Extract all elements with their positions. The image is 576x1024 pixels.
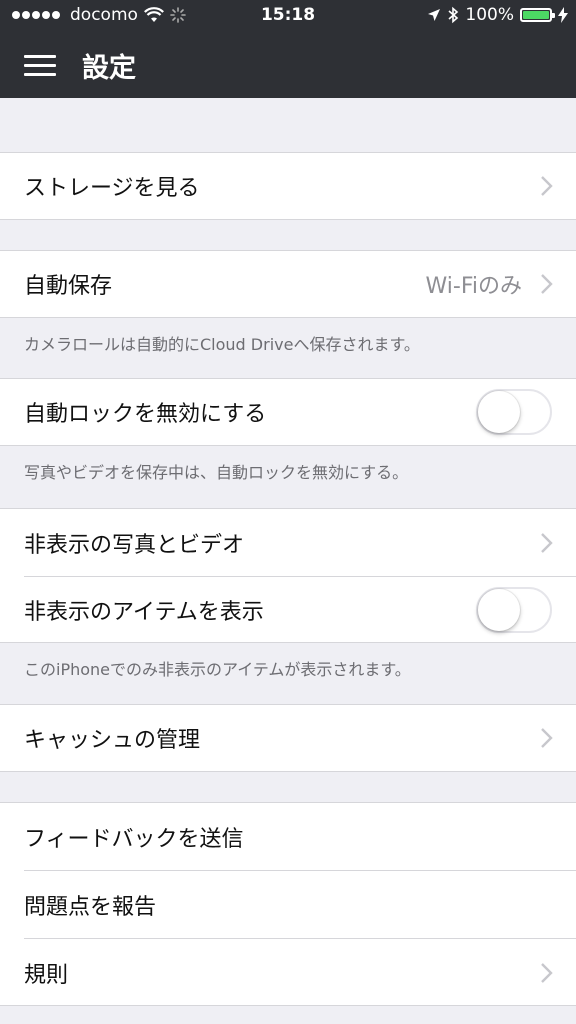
chevron-right-icon	[541, 176, 553, 196]
page-title: 設定	[82, 53, 136, 84]
show-hidden-label: 非表示のアイテムを表示	[24, 600, 264, 625]
feedback-row[interactable]: フィードバックを送信	[0, 803, 576, 870]
auto-save-label: 自動保存	[24, 274, 113, 299]
status-right: 100%	[427, 5, 568, 25]
battery-icon	[520, 8, 555, 22]
cache-label: キャッシュの管理	[24, 728, 201, 753]
hidden-media-label: 非表示の写真とビデオ	[24, 532, 245, 558]
auto-lock-footnote: 写真やビデオを保存中は、自動ロックを無効にする。	[24, 463, 409, 482]
chevron-right-icon	[541, 532, 553, 553]
support-group: フィードバックを送信 問題点を報告 規則	[0, 802, 576, 1006]
chevron-right-icon	[541, 728, 553, 748]
header: docomo 15:18 100% 設定	[0, 0, 576, 98]
report-label: 問題点を報告	[24, 894, 157, 920]
auto-save-footnote: カメラロールは自動的にCloud Driveへ保存されます。	[24, 335, 420, 354]
hidden-media-row[interactable]: 非表示の写真とビデオ	[0, 509, 576, 576]
show-hidden-footnote: このiPhoneでのみ非表示のアイテムが表示されます。	[24, 660, 411, 679]
location-arrow-icon	[428, 9, 441, 21]
feedback-label: フィードバックを送信	[24, 826, 244, 852]
charging-bolt-icon	[558, 7, 568, 23]
auto-lock-toggle[interactable]	[476, 389, 552, 435]
auto-save-value: Wi-Fiのみ	[425, 274, 523, 299]
hamburger-menu-icon[interactable]	[24, 53, 56, 77]
settings-screen: docomo 15:18 100% 設定 ストレージを見る 自動保存 Wi-Fi…	[0, 0, 576, 1024]
show-hidden-row: 非表示のアイテムを表示	[0, 577, 576, 643]
hidden-group: 非表示の写真とビデオ 非表示のアイテムを表示	[0, 508, 576, 643]
auto-lock-row: 自動ロックを無効にする	[0, 378, 576, 446]
cache-row[interactable]: キャッシュの管理	[0, 704, 576, 772]
storage-label: ストレージを見る	[24, 176, 200, 201]
show-hidden-toggle[interactable]	[476, 587, 552, 633]
auto-save-row[interactable]: 自動保存 Wi-Fiのみ	[0, 250, 576, 318]
terms-row[interactable]: 規則	[0, 939, 576, 1006]
terms-label: 規則	[24, 962, 69, 988]
battery-percent: 100%	[465, 5, 514, 25]
auto-lock-label: 自動ロックを無効にする	[24, 402, 267, 427]
nav-bar: 設定	[0, 34, 576, 98]
report-row[interactable]: 問題点を報告	[0, 871, 576, 938]
storage-row[interactable]: ストレージを見る	[0, 152, 576, 220]
chevron-right-icon	[541, 962, 553, 983]
chevron-right-icon	[541, 274, 553, 294]
bluetooth-icon	[448, 6, 459, 24]
status-bar: docomo 15:18 100%	[0, 0, 576, 34]
